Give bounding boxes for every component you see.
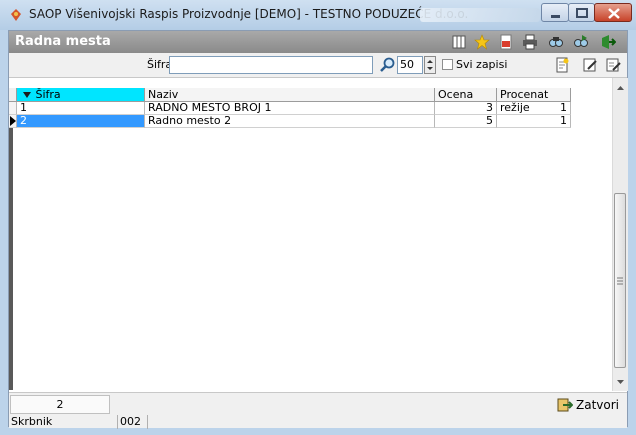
page-size-stepper[interactable] — [424, 56, 436, 74]
scrollbar-thumb[interactable] — [614, 193, 626, 368]
grip-icon — [617, 277, 623, 285]
column-header-naziv[interactable]: Naziv — [145, 88, 435, 102]
cell-naziv[interactable]: Radno mesto 2 — [145, 115, 435, 128]
filter-bar: Šifra 50 Svi zapisi — [9, 53, 627, 78]
app-window: SAOP Višenivojski Raspis Proizvodnje [DE… — [0, 0, 636, 435]
client-area: Radna mesta Šifra 50 Svi zapisi Šifra Na… — [8, 30, 628, 429]
form-title: Radna mesta — [15, 34, 111, 49]
cell-naziv[interactable]: RADNO MESTO BROJ 1 — [145, 102, 435, 115]
column-header-ocena[interactable]: Ocena — [435, 88, 497, 102]
close-window-button[interactable] — [594, 3, 632, 22]
cell-sifra-selected[interactable]: 2 — [17, 115, 145, 128]
cell-ocena[interactable]: 5 — [435, 115, 497, 128]
cell-sifra[interactable]: 1 — [17, 102, 145, 115]
data-grid: Šifra Naziv Ocena Procenat režije 1 RADN… — [9, 78, 627, 396]
spinner-arrows-icon — [427, 60, 433, 70]
exit-icon[interactable] — [600, 34, 616, 50]
maximize-icon — [576, 8, 588, 18]
maximize-button[interactable] — [568, 3, 595, 22]
pdf-export-icon[interactable] — [498, 34, 514, 50]
favorite-star-icon[interactable] — [474, 34, 490, 50]
status-user-code: 002 — [118, 415, 148, 429]
row-indicator-current[interactable] — [9, 115, 17, 128]
minimize-button[interactable] — [541, 3, 569, 22]
search-icon[interactable] — [380, 57, 396, 73]
close-button-label: Zatvori — [576, 398, 619, 412]
close-icon — [608, 8, 620, 19]
all-records-label: Svi zapisi — [456, 58, 508, 71]
cell-procenat[interactable]: 1 — [497, 102, 571, 115]
edit-details-icon[interactable] — [605, 57, 621, 73]
column-header-sifra-label: Šifra — [35, 88, 61, 101]
search-input[interactable] — [169, 56, 373, 74]
cell-ocena[interactable]: 3 — [435, 102, 497, 115]
close-button[interactable]: Zatvori — [556, 396, 619, 414]
column-header-procenat[interactable]: Procenat režije — [497, 88, 571, 114]
row-indicator[interactable] — [9, 102, 17, 115]
find-next-icon[interactable] — [573, 34, 589, 50]
title-bar[interactable]: SAOP Višenivojski Raspis Proizvodnje [DE… — [0, 0, 636, 30]
footer-bar: 2 Zatvori — [9, 392, 627, 417]
scroll-up-icon[interactable] — [613, 80, 628, 95]
current-row-arrow-icon — [10, 116, 16, 126]
cell-procenat[interactable]: 1 — [497, 115, 571, 128]
row-indicator-header — [9, 88, 17, 102]
grid-left-edge — [9, 128, 13, 390]
sort-descending-icon — [23, 92, 31, 98]
status-bar: Skrbnik 002 — [9, 415, 627, 429]
app-logo-icon — [11, 9, 21, 21]
record-count: 2 — [10, 395, 110, 414]
minimize-icon — [551, 15, 560, 18]
door-exit-icon — [557, 398, 573, 412]
column-header-sifra[interactable]: Šifra — [17, 88, 145, 102]
columns-icon[interactable] — [451, 34, 467, 50]
scroll-down-icon[interactable] — [613, 374, 628, 389]
form-header: Radna mesta — [9, 31, 627, 53]
vertical-scrollbar[interactable] — [612, 78, 628, 391]
page-size-field[interactable]: 50 — [397, 56, 423, 74]
window-title: SAOP Višenivojski Raspis Proizvodnje [DE… — [29, 7, 469, 21]
status-user-label: Skrbnik — [9, 415, 118, 429]
new-record-icon[interactable] — [554, 57, 570, 73]
find-icon[interactable] — [548, 34, 564, 50]
edit-record-icon[interactable] — [582, 57, 598, 73]
all-records-checkbox[interactable] — [442, 59, 453, 70]
title-bar-decoration — [420, 8, 540, 22]
print-icon[interactable] — [522, 34, 538, 50]
